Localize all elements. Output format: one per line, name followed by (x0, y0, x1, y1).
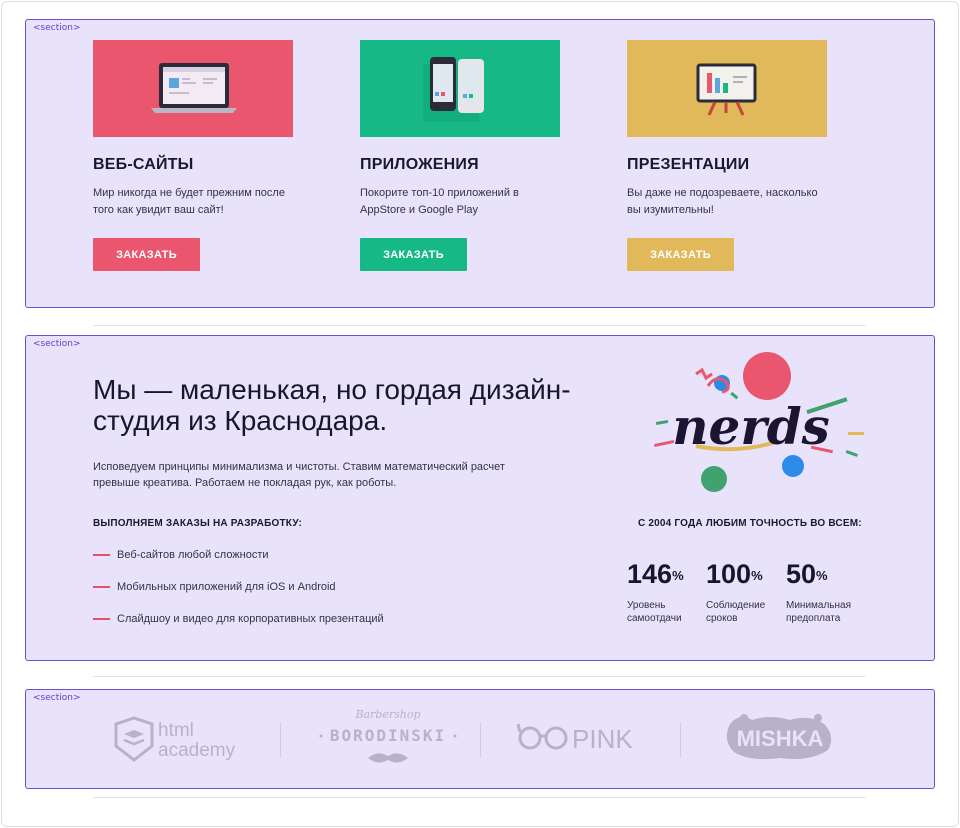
list-item: Веб-сайтов любой сложности (93, 549, 269, 561)
stat-value: 100 (706, 559, 752, 589)
stat-deadlines: 100% Соблюдение сроков (706, 559, 786, 625)
about-headline: Мы — маленькая, но гордая дизайн-студия … (93, 374, 571, 436)
mishka-logo[interactable]: MISHKA (720, 710, 840, 766)
since-heading: С 2004 ГОДА ЛЮБИМ ТОЧНОСТЬ ВО ВСЕМ: (638, 518, 862, 529)
divider (93, 676, 866, 677)
service-title: ПРИЛОЖЕНИЯ (360, 156, 479, 173)
stat-label: Минимальная предоплата (786, 600, 852, 624)
section-tag: <section> (33, 23, 81, 33)
order-button-presentations[interactable]: ЗАКАЗАТЬ (627, 238, 734, 271)
logo-separator (280, 723, 281, 757)
service-title: ПРЕЗЕНТАЦИИ (627, 156, 750, 173)
laptop-illustration (93, 40, 293, 137)
dash-icon (93, 618, 110, 620)
service-text: Вы даже не подозреваете, насколько вы из… (627, 187, 818, 216)
mishka-logo-text: MISHKA (737, 726, 824, 751)
list-item-text: Мобильных приложений для iOS и Android (117, 581, 336, 593)
nerds-logo-text: nerds (672, 397, 830, 456)
service-apps: ПРИЛОЖЕНИЯ Покорите топ-10 приложений в … (360, 40, 580, 271)
htmlacademy-logo-line2: academy (158, 740, 236, 761)
pink-logo[interactable]: PINK (516, 718, 651, 758)
stat-unit: % (751, 568, 763, 583)
pink-logo-text: PINK (572, 724, 633, 754)
service-text: Покорите топ-10 приложений в AppStore и … (360, 187, 519, 216)
borodinski-logo[interactable]: Barbershop BORODINSKI (318, 706, 458, 772)
service-text: Мир никогда не будет прежним после того … (93, 187, 285, 216)
htmlacademy-logo-line1: html (158, 720, 194, 741)
stat-label: Уровень самоотдачи (627, 600, 682, 624)
list-title: ВЫПОЛНЯЕМ ЗАКАЗЫ НА РАЗРАБОТКУ: (93, 518, 303, 529)
service-websites: ВЕБ-САЙТЫ Мир никогда не будет прежним п… (93, 40, 313, 271)
list-item: Слайдшоу и видео для корпоративных презе… (93, 613, 384, 625)
section-tag: <section> (33, 693, 81, 703)
nerds-logo: nerds (626, 346, 876, 496)
partners-section: <section> html academy Barbershop BORODI… (25, 689, 935, 789)
list-item-text: Веб-сайтов любой сложности (117, 549, 269, 561)
about-intro: Исповедуем принципы минимализма и чистот… (93, 461, 505, 489)
logo-separator (680, 723, 681, 757)
phones-illustration (360, 40, 560, 137)
stat-dedication: 146% Уровень самоотдачи (627, 559, 707, 625)
stat-label: Соблюдение сроков (706, 600, 766, 624)
stat-value: 146 (627, 559, 673, 589)
stat-value: 50 (786, 559, 817, 589)
order-button-apps[interactable]: ЗАКАЗАТЬ (360, 238, 467, 271)
borodinski-logo-main: BORODINSKI (330, 726, 446, 745)
dash-icon (93, 586, 110, 588)
htmlacademy-logo[interactable]: html academy (114, 716, 254, 764)
services-section: <section> ВЕБ-САЙТЫ Мир никогда не будет… (25, 19, 935, 308)
list-item: Мобильных приложений для iOS и Android (93, 581, 336, 593)
service-title: ВЕБ-САЙТЫ (93, 156, 194, 173)
service-presentations: ПРЕЗЕНТАЦИИ Вы даже не подозреваете, нас… (627, 40, 847, 271)
stat-prepayment: 50% Минимальная предоплата (786, 559, 866, 625)
list-item-text: Слайдшоу и видео для корпоративных презе… (117, 613, 384, 625)
presentation-board-illustration (627, 40, 827, 137)
dash-icon (93, 554, 110, 556)
divider (93, 797, 866, 798)
divider (93, 325, 866, 326)
borodinski-logo-small: Barbershop (354, 708, 420, 721)
stat-unit: % (672, 568, 684, 583)
stat-unit: % (816, 568, 828, 583)
logo-separator (480, 723, 481, 757)
section-tag: <section> (33, 339, 81, 349)
order-button-websites[interactable]: ЗАКАЗАТЬ (93, 238, 200, 271)
about-section: <section> Мы — маленькая, но гордая диза… (25, 335, 935, 661)
